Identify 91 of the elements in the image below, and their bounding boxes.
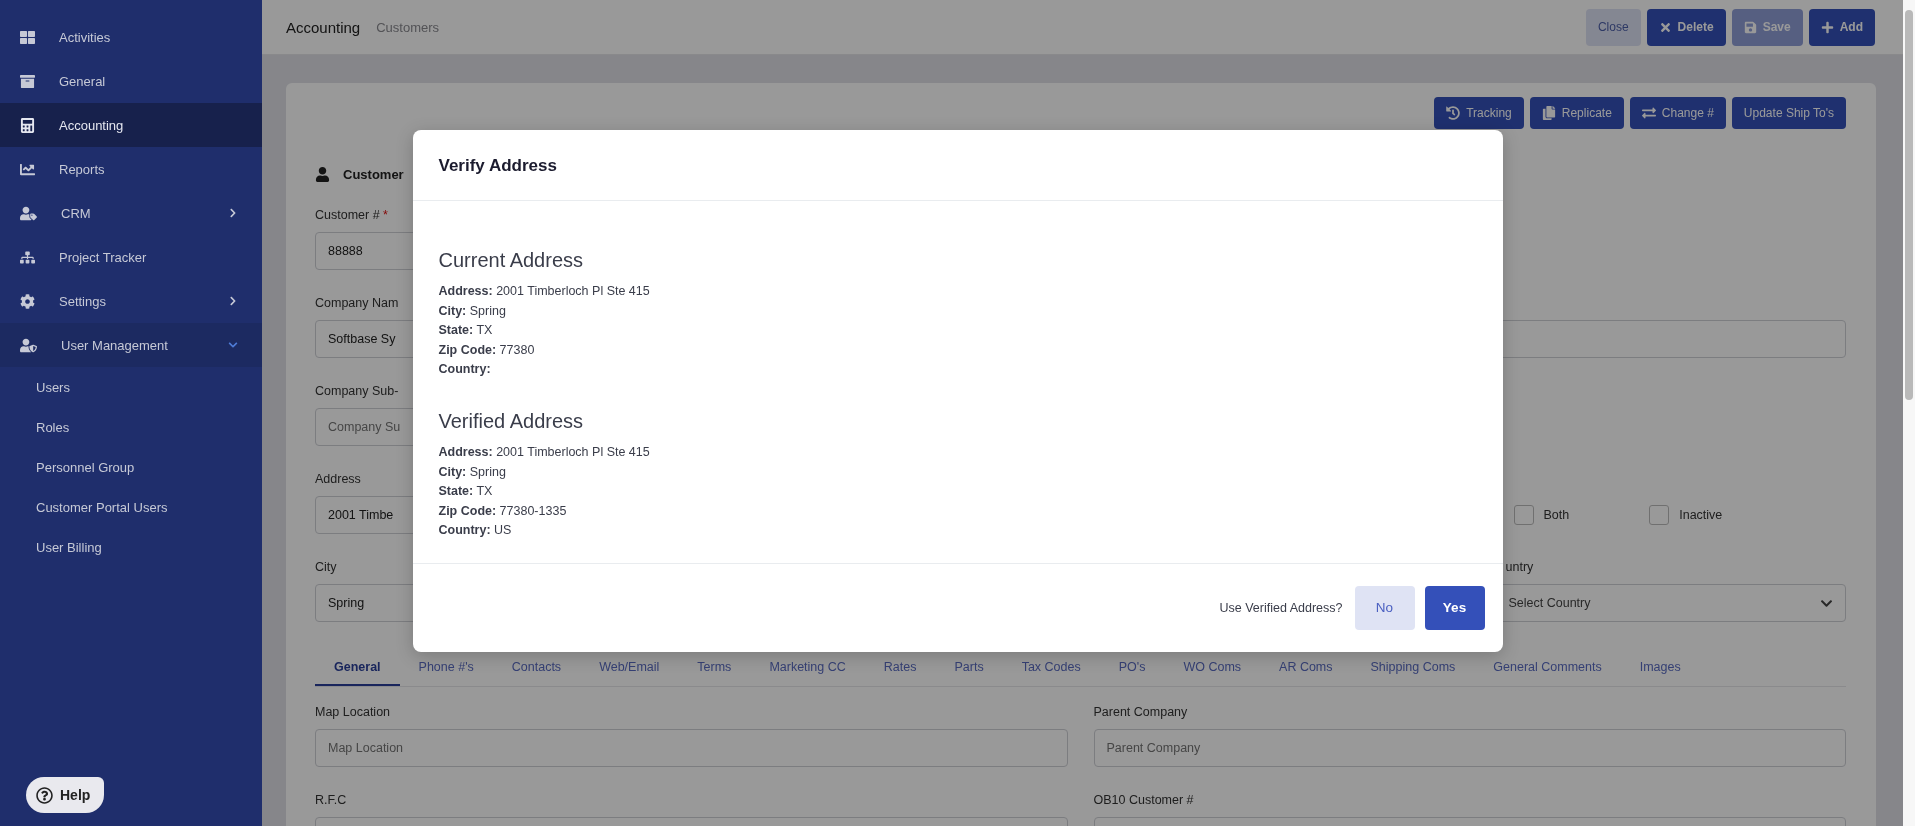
tab[interactable]: WO Coms [1164, 652, 1261, 686]
scrollbar[interactable] [1903, 0, 1915, 826]
tab[interactable]: PO's [1099, 652, 1165, 686]
toolbar-button[interactable]: Delete [1646, 8, 1726, 46]
user-shield-icon [20, 336, 37, 354]
tab[interactable]: General [315, 652, 400, 686]
field-label: Address [315, 472, 361, 488]
field-label: R.F.C [315, 793, 347, 809]
field-label: Parent Company [1093, 705, 1188, 721]
field-label: OB10 Customer # [1093, 793, 1194, 809]
toolbar-button[interactable]: Add [1808, 8, 1875, 46]
address-heading: Current Address [438, 249, 584, 272]
field-label: Map Location [315, 705, 391, 721]
sidebar-item[interactable]: General [0, 59, 262, 103]
address-line: Country: US [438, 522, 513, 540]
tab[interactable]: Marketing CC [750, 652, 865, 686]
grid-icon [20, 29, 35, 45]
checkbox[interactable] [1513, 505, 1534, 525]
action-button[interactable]: Update Ship To's [1731, 97, 1846, 129]
toolbar-button[interactable]: Close [1585, 8, 1641, 46]
tab[interactable]: Terms [678, 652, 751, 686]
action-button[interactable]: Change # [1629, 97, 1726, 129]
address-line: Country: [438, 361, 492, 379]
chart-icon [20, 161, 35, 177]
tab[interactable]: Shipping Coms [1351, 652, 1475, 686]
tab[interactable]: Rates [864, 652, 936, 686]
required-mark: * [383, 208, 388, 222]
user-tag-icon [20, 204, 37, 222]
sidebar-item[interactable]: Reports [0, 147, 262, 191]
tab[interactable]: Images [1620, 652, 1700, 686]
action-button[interactable]: Tracking [1434, 97, 1524, 129]
tab[interactable]: General Comments [1474, 652, 1621, 686]
copy-icon [1541, 106, 1556, 120]
field-label: City [315, 560, 337, 576]
sidebar-item[interactable]: User Management [0, 323, 262, 367]
checkbox[interactable] [1649, 505, 1670, 525]
sidebar-item[interactable]: Accounting [0, 103, 262, 147]
dialog-title: Verify Address [438, 156, 558, 176]
address-line: Zip Code: 77380 [438, 341, 536, 359]
address-line: State: TX [438, 322, 494, 340]
sidebar-item[interactable]: Activities [0, 15, 262, 59]
address-line: Address: 2001 Timberloch Pl Ste 415 [438, 283, 651, 300]
input-field[interactable]: Map Location [315, 729, 1068, 767]
tab[interactable]: Web/Email [580, 652, 679, 686]
tab[interactable]: AR Coms [1260, 652, 1352, 686]
dialog-button[interactable]: Yes [1424, 585, 1485, 630]
field-label: Company Nam [315, 296, 399, 312]
sidebar-item[interactable]: Project Tracker [0, 235, 262, 279]
plus-icon [1820, 20, 1834, 34]
action-button[interactable]: Replicate [1529, 97, 1624, 129]
exchange-icon [1641, 106, 1656, 120]
sidebar-subitem[interactable]: User Billing [0, 527, 262, 567]
address-line: City: Spring [438, 463, 507, 481]
tab[interactable]: Tax Codes [1002, 652, 1100, 686]
checkbox-label: Both [1543, 508, 1570, 522]
chevron-right-icon [228, 208, 238, 218]
breadcrumb: Customers [376, 19, 440, 35]
section-heading: Customer [343, 167, 404, 182]
sidebar-subitem[interactable]: Personnel Group [0, 447, 262, 487]
field-label: Customer # * [315, 208, 388, 224]
address-line: Zip Code: 77380-1335 [438, 502, 568, 520]
address-line: City: Spring [438, 302, 507, 320]
close-icon [1658, 20, 1672, 34]
field-label: Company Sub- [315, 384, 399, 400]
user-icon [315, 167, 330, 182]
sitemap-icon [20, 249, 35, 265]
tab[interactable]: Contacts [492, 652, 581, 686]
archive-icon [20, 73, 35, 89]
tab[interactable]: Parts [935, 652, 1003, 686]
help-button[interactable]: Help [26, 777, 105, 813]
page-title: Accounting [286, 18, 361, 36]
tab[interactable]: Phone #'s [399, 652, 493, 686]
dialog-button[interactable]: No [1354, 585, 1415, 630]
address-heading: Verified Address [438, 409, 585, 433]
sidebar-subitem[interactable]: Users [0, 367, 262, 407]
calculator-icon [20, 117, 35, 133]
help-icon [36, 786, 53, 804]
sidebar-subitem[interactable]: Customer Portal Users [0, 487, 262, 527]
history-icon [1446, 106, 1461, 120]
settings-icon [20, 293, 35, 309]
checkbox-label: Inactive [1679, 508, 1723, 522]
sidebar-item[interactable]: CRM [0, 191, 262, 235]
address-line: State: TX [438, 483, 494, 501]
chevron-down-icon [228, 340, 238, 350]
field-label: untry [1505, 560, 1534, 576]
sidebar-item[interactable]: Settings [0, 279, 262, 323]
address-line: Address: 2001 Timberloch Pl Ste 415 [438, 443, 651, 461]
chevron-right-icon [228, 296, 238, 306]
input-field[interactable]: Parent Company [1093, 729, 1846, 767]
question-text: Use Verified Address? [1219, 600, 1343, 615]
sidebar-subitem[interactable]: Roles [0, 407, 262, 447]
